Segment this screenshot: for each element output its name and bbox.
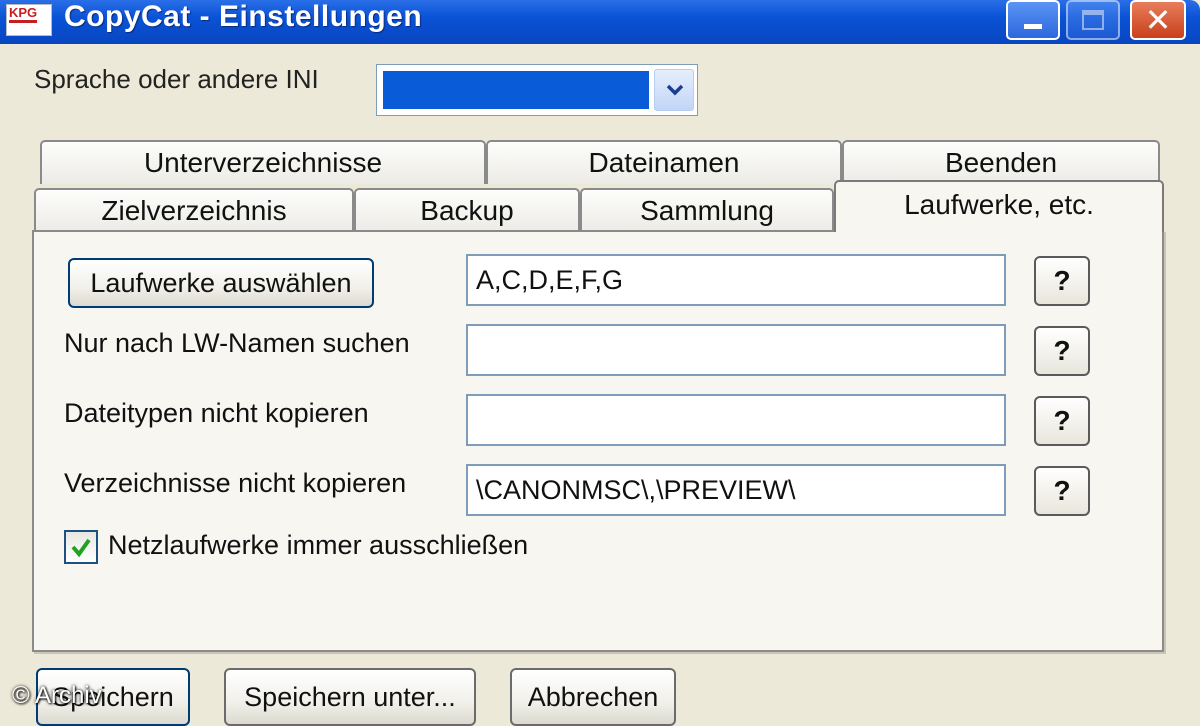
- tab-beenden[interactable]: Beenden: [842, 140, 1160, 184]
- maximize-icon: [1082, 10, 1104, 30]
- save-as-button[interactable]: Speichern unter...: [224, 668, 476, 726]
- tab-unterverzeichnisse[interactable]: Unterverzeichnisse: [40, 140, 486, 184]
- window-title: CopyCat - Einstellungen: [64, 0, 423, 33]
- close-button[interactable]: ✕: [1130, 0, 1186, 40]
- drives-field[interactable]: A,C,D,E,F,G: [466, 254, 1006, 306]
- checkmark-icon: [71, 538, 91, 558]
- minimize-icon: [1024, 24, 1042, 29]
- close-icon: ✕: [1144, 2, 1172, 38]
- network-drives-checkbox[interactable]: [64, 530, 98, 564]
- name-search-field[interactable]: [466, 324, 1006, 376]
- select-drives-button[interactable]: Laufwerke auswählen: [68, 258, 374, 308]
- tab-sammlung[interactable]: Sammlung: [580, 188, 834, 232]
- cancel-button[interactable]: Abbrechen: [510, 668, 676, 726]
- help-button-name-search[interactable]: ?: [1034, 326, 1090, 376]
- chevron-down-icon: [666, 84, 684, 96]
- tab-backup[interactable]: Backup: [354, 188, 580, 232]
- network-drives-label: Netzlaufwerke immer ausschließen: [108, 530, 529, 560]
- help-button-dirs[interactable]: ?: [1034, 466, 1090, 516]
- tab-laufwerke[interactable]: Laufwerke, etc.: [834, 180, 1164, 232]
- language-select[interactable]: [376, 64, 698, 116]
- copyright-watermark: © Archiv: [12, 682, 102, 709]
- help-button-drives[interactable]: ?: [1034, 256, 1090, 306]
- filetypes-field[interactable]: [466, 394, 1006, 446]
- help-button-filetypes[interactable]: ?: [1034, 396, 1090, 446]
- dirs-field[interactable]: \CANONMSC\,\PREVIEW\: [466, 464, 1006, 516]
- language-label: Sprache oder andere INI: [34, 64, 319, 94]
- maximize-button[interactable]: [1066, 0, 1120, 40]
- app-icon[interactable]: KPG: [6, 4, 52, 36]
- name-search-label: Nur nach LW-Namen suchen: [64, 328, 410, 358]
- filetypes-label: Dateitypen nicht kopieren: [64, 398, 369, 428]
- language-select-value: [383, 71, 649, 109]
- dirs-label: Verzeichnisse nicht kopieren: [64, 468, 407, 498]
- minimize-button[interactable]: [1006, 0, 1060, 40]
- app-icon-text: KPG: [9, 6, 38, 23]
- title-bar[interactable]: KPG CopyCat - Einstellungen ✕: [0, 0, 1200, 44]
- tab-zielverzeichnis[interactable]: Zielverzeichnis: [34, 188, 354, 232]
- dropdown-button[interactable]: [654, 69, 694, 111]
- tab-dateinamen[interactable]: Dateinamen: [486, 140, 842, 184]
